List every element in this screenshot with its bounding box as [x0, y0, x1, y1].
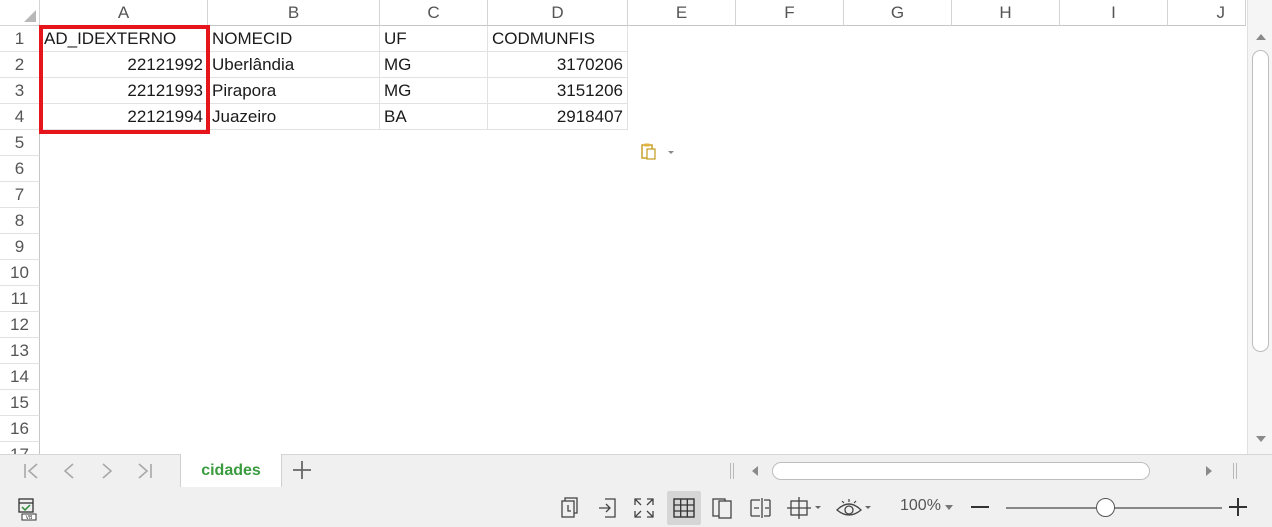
cell-a3[interactable]: 22121993	[40, 78, 208, 104]
status-bar: VB 100%	[0, 487, 1272, 527]
next-sheet-icon[interactable]	[96, 460, 118, 482]
cell-b1[interactable]: NOMECID	[208, 26, 380, 52]
normal-view-icon	[673, 498, 695, 518]
fullscreen-icon	[634, 498, 654, 518]
row-header-3[interactable]: 3	[0, 78, 40, 104]
column-header-a[interactable]: A	[40, 0, 208, 26]
split-icon	[750, 498, 771, 518]
prev-sheet-icon[interactable]	[58, 460, 80, 482]
row-header-4[interactable]: 4	[0, 104, 40, 130]
row-header-1[interactable]: 1	[0, 26, 40, 52]
horizontal-scrollbar[interactable]	[742, 461, 1226, 481]
cell-c4[interactable]: BA	[380, 104, 488, 130]
select-all-corner[interactable]	[0, 0, 40, 26]
row-header-7[interactable]: 7	[0, 182, 40, 208]
page-break-icon	[561, 497, 578, 518]
scroll-left-icon[interactable]	[752, 466, 758, 476]
cell-d2[interactable]: 3170206	[488, 52, 628, 78]
cell-a2[interactable]: 22121992	[40, 52, 208, 78]
scroll-splitter[interactable]	[1233, 463, 1237, 479]
column-header-i[interactable]: I	[1060, 0, 1168, 26]
cell-c1[interactable]: UF	[380, 26, 488, 52]
scroll-down-icon[interactable]	[1256, 436, 1266, 442]
add-sheet-button[interactable]	[290, 458, 314, 482]
row-header-8[interactable]: 8	[0, 208, 40, 234]
horizontal-scroll-thumb[interactable]	[772, 462, 1150, 480]
cell-c2[interactable]: MG	[380, 52, 488, 78]
vertical-scroll-thumb[interactable]	[1252, 50, 1269, 352]
row-headers: 1 2 3 4 5 6 7 8 9 10 11 12 13 14 15 16 1…	[0, 26, 40, 454]
clipboard-icon	[641, 143, 674, 160]
row-header-5[interactable]: 5	[0, 130, 40, 156]
plus-icon	[293, 461, 311, 479]
freeze-button[interactable]	[785, 493, 825, 523]
cell-b3[interactable]: Pirapora	[208, 78, 380, 104]
zoom-out-button[interactable]	[968, 495, 992, 519]
eye-protection-icon	[836, 499, 871, 516]
record-macro-button[interactable]: VB	[14, 493, 44, 523]
reading-mode-button[interactable]	[593, 493, 623, 523]
plus-icon	[1229, 498, 1247, 516]
column-header-b[interactable]: B	[208, 0, 380, 26]
row-header-13[interactable]: 13	[0, 338, 40, 364]
cell-grid[interactable]: AD_IDEXTERNO NOMECID UF CODMUNFIS 221219…	[40, 26, 1246, 454]
zoom-slider-knob[interactable]	[1096, 498, 1115, 517]
cell-a1[interactable]: AD_IDEXTERNO	[40, 26, 208, 52]
cell-a4[interactable]: 22121994	[40, 104, 208, 130]
svg-text:VB: VB	[26, 515, 33, 521]
normal-view-button[interactable]	[667, 491, 701, 525]
zoom-level[interactable]: 100%	[900, 497, 941, 515]
cell-b2[interactable]: Uberlândia	[208, 52, 380, 78]
cell-b4[interactable]: Juazeiro	[208, 104, 380, 130]
page-layout-button[interactable]	[707, 493, 737, 523]
tab-splitter[interactable]	[730, 463, 734, 479]
zoom-in-button[interactable]	[1226, 495, 1250, 519]
row-header-16[interactable]: 16	[0, 416, 40, 442]
row-header-6[interactable]: 6	[0, 156, 40, 182]
column-header-e[interactable]: E	[628, 0, 736, 26]
reading-mode-icon	[599, 498, 616, 518]
cell-c3[interactable]: MG	[380, 78, 488, 104]
cell-d3[interactable]: 3151206	[488, 78, 628, 104]
cell-d1[interactable]: CODMUNFIS	[488, 26, 628, 52]
last-sheet-icon[interactable]	[134, 460, 156, 482]
scroll-right-icon[interactable]	[1206, 466, 1212, 476]
minus-icon	[971, 506, 989, 508]
column-header-g[interactable]: G	[844, 0, 952, 26]
column-header-d[interactable]: D	[488, 0, 628, 26]
first-sheet-icon[interactable]	[20, 460, 42, 482]
row-header-9[interactable]: 9	[0, 234, 40, 260]
fullscreen-button[interactable]	[629, 493, 659, 523]
column-header-c[interactable]: C	[380, 0, 488, 26]
freeze-icon	[787, 497, 821, 519]
column-header-j[interactable]: J	[1168, 0, 1246, 26]
split-button[interactable]	[746, 493, 776, 523]
row-header-15[interactable]: 15	[0, 390, 40, 416]
row-header-10[interactable]: 10	[0, 260, 40, 286]
page-layout-icon	[712, 498, 732, 519]
zoom-dropdown-icon[interactable]	[945, 505, 953, 510]
record-macro-icon: VB	[18, 498, 37, 521]
row-header-17[interactable]: 17	[0, 442, 40, 454]
sheet-tab-cidades[interactable]: cidades	[180, 454, 282, 487]
sheet-tab-bar: cidades	[0, 454, 1272, 487]
row-header-12[interactable]: 12	[0, 312, 40, 338]
scroll-up-icon[interactable]	[1256, 34, 1266, 40]
vertical-scrollbar[interactable]	[1247, 0, 1272, 454]
row-header-11[interactable]: 11	[0, 286, 40, 312]
cell-d4[interactable]: 2918407	[488, 104, 628, 130]
column-header-f[interactable]: F	[736, 0, 844, 26]
column-headers: A B C D E F G H I J	[40, 0, 1246, 26]
eye-protection-button[interactable]	[834, 493, 874, 523]
column-header-h[interactable]: H	[952, 0, 1060, 26]
row-header-2[interactable]: 2	[0, 52, 40, 78]
page-break-button[interactable]	[555, 493, 585, 523]
row-header-14[interactable]: 14	[0, 364, 40, 390]
paste-options-button[interactable]	[640, 142, 680, 162]
